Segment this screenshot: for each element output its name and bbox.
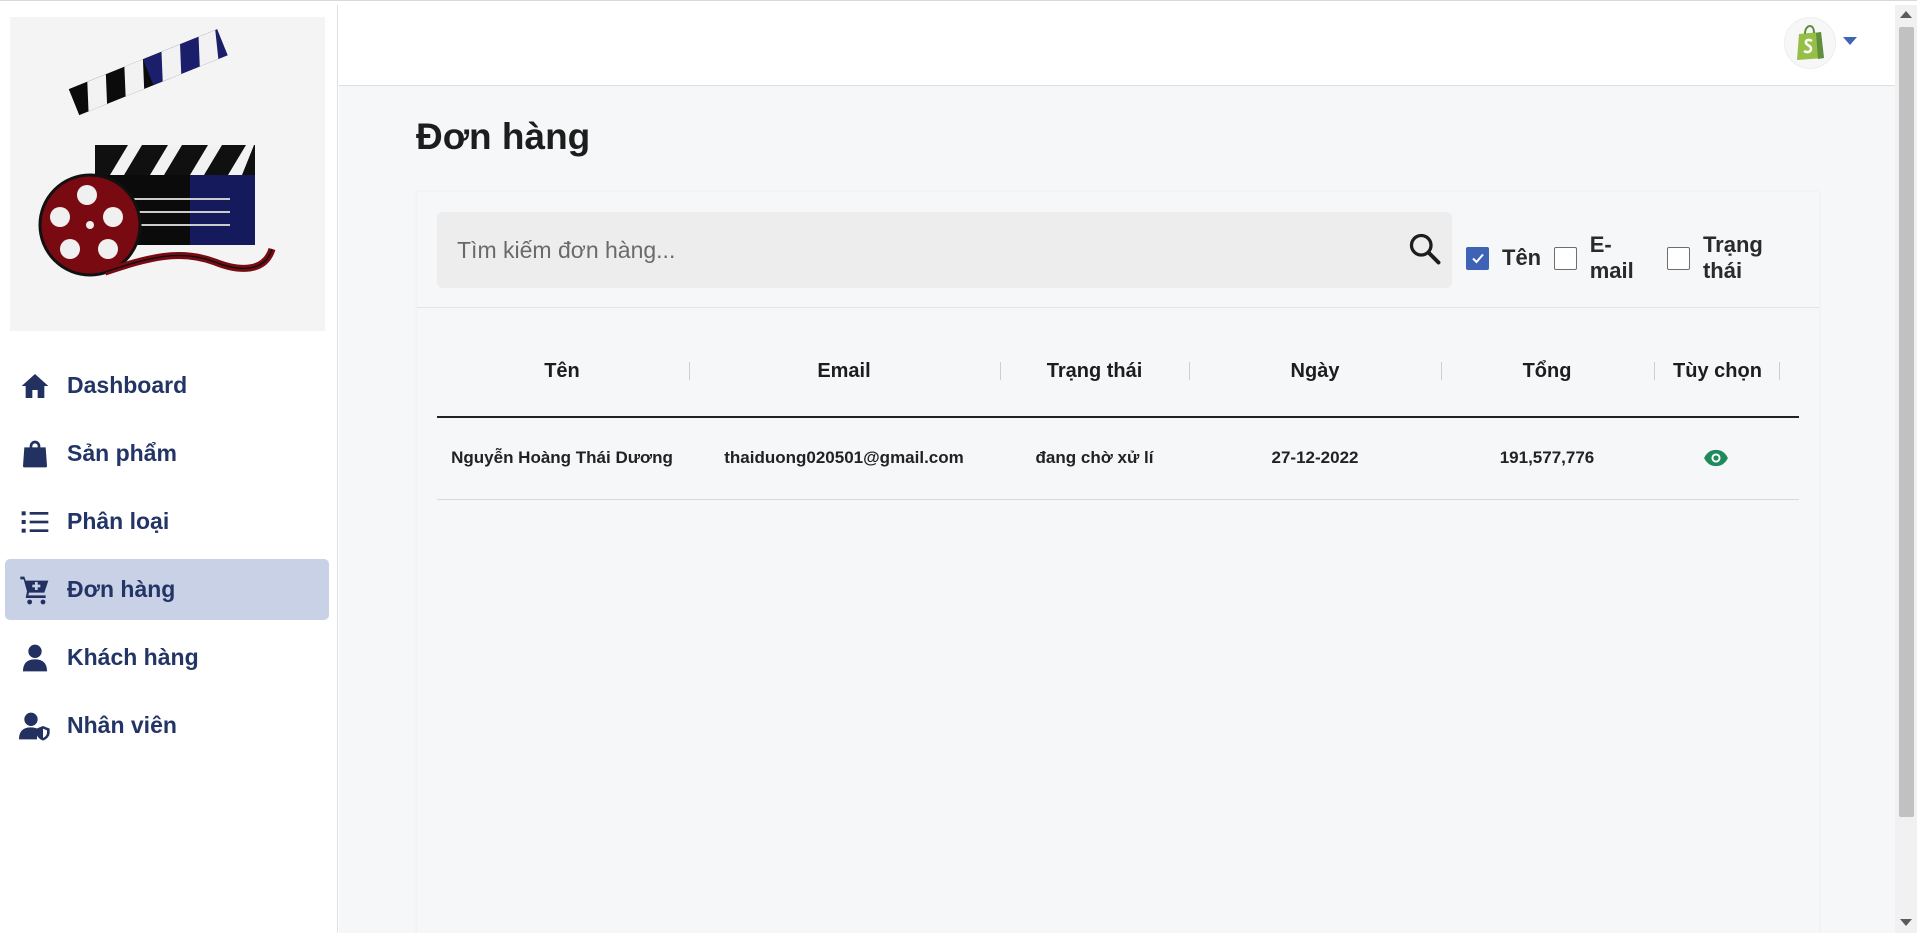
sidebar-item-label: Sản phẩm — [67, 440, 177, 466]
shopping-bag-icon — [19, 438, 55, 470]
column-separator — [1779, 362, 1780, 380]
search-icon[interactable] — [1407, 231, 1443, 267]
scroll-up-arrow-icon[interactable] — [1900, 11, 1912, 18]
clapperboard-logo-icon — [38, 29, 276, 277]
search-toolbar: Tên E-mail Trạng thái — [417, 192, 1819, 308]
top-header — [339, 5, 1895, 86]
avatar[interactable] — [1784, 17, 1836, 69]
scrollbar-thumb[interactable] — [1899, 27, 1914, 817]
table-row[interactable]: Nguyễn Hoàng Thái Dương thaiduong020501@… — [437, 418, 1799, 500]
column-header-date[interactable]: Ngày — [1190, 360, 1440, 383]
sidebar-item-label: Nhân viên — [67, 712, 177, 738]
table-header: Tên Email Trạng thái Ngày Tổng Tùy chọn — [437, 332, 1799, 418]
cart-icon — [19, 574, 55, 606]
sidebar-item-products[interactable]: Sản phẩm — [5, 423, 329, 484]
filter-label: Tên — [1502, 245, 1542, 270]
filter-email[interactable]: E-mail — [1554, 232, 1654, 284]
sidebar-item-label: Phân loại — [67, 508, 170, 534]
filter-status-checkbox[interactable] — [1667, 246, 1690, 270]
user-icon — [19, 642, 55, 674]
sidebar-item-customers[interactable]: Khách hàng — [5, 627, 329, 688]
cell-date: 27-12-2022 — [1271, 448, 1359, 467]
search-input[interactable] — [437, 212, 1397, 288]
cell-name: Nguyễn Hoàng Thái Dương — [451, 448, 673, 467]
filter-label: Trạng thái — [1702, 232, 1763, 283]
check-icon — [1471, 253, 1484, 264]
list-icon — [19, 506, 55, 538]
filter-label: E-mail — [1589, 232, 1634, 283]
column-header-name[interactable]: Tên — [437, 360, 687, 383]
sidebar: Dashboard Sản phẩm Phân loại Đơn hàng Kh… — [0, 5, 338, 933]
sidebar-item-label: Khách hàng — [67, 644, 199, 670]
sidebar-item-categories[interactable]: Phân loại — [5, 491, 329, 552]
sidebar-item-label: Dashboard — [67, 372, 188, 398]
column-header-status[interactable]: Trạng thái — [1001, 360, 1188, 383]
sidebar-item-label: Đơn hàng — [67, 576, 176, 602]
home-icon — [19, 370, 55, 402]
filter-status[interactable]: Trạng thái — [1667, 232, 1806, 284]
filter-name-checkbox[interactable] — [1466, 246, 1489, 270]
vertical-scrollbar[interactable] — [1895, 5, 1917, 933]
column-header-email[interactable]: Email — [690, 360, 998, 383]
logo — [10, 17, 325, 331]
shopify-bag-icon — [1797, 25, 1824, 60]
search-filters: Tên E-mail Trạng thái — [1466, 232, 1819, 284]
eye-icon[interactable] — [1703, 445, 1729, 471]
page-title: Đơn hàng — [416, 116, 591, 157]
main-content: Đơn hàng Tên E-mail — [339, 86, 1895, 933]
column-header-options[interactable]: Tùy chọn — [1655, 360, 1780, 383]
sidebar-nav: Dashboard Sản phẩm Phân loại Đơn hàng Kh… — [5, 355, 329, 763]
filter-email-checkbox[interactable] — [1554, 246, 1577, 270]
user-shield-icon — [19, 710, 55, 742]
sidebar-item-dashboard[interactable]: Dashboard — [5, 355, 329, 416]
cell-total: 191,577,776 — [1499, 448, 1595, 467]
search-box — [437, 212, 1452, 288]
sidebar-item-orders[interactable]: Đơn hàng — [5, 559, 329, 620]
orders-card: Tên E-mail Trạng thái Tên Email Trạng th… — [417, 192, 1819, 933]
chevron-down-icon[interactable] — [1843, 37, 1857, 45]
cell-status: đang chờ xử lí — [1035, 448, 1154, 467]
sidebar-item-employees[interactable]: Nhân viên — [5, 695, 329, 756]
orders-table: Tên Email Trạng thái Ngày Tổng Tùy chọn … — [437, 332, 1799, 500]
filter-name[interactable]: Tên — [1466, 245, 1541, 271]
cell-email: thaiduong020501@gmail.com — [724, 448, 964, 467]
column-header-total[interactable]: Tổng — [1442, 360, 1652, 383]
scroll-down-arrow-icon[interactable] — [1900, 919, 1912, 926]
